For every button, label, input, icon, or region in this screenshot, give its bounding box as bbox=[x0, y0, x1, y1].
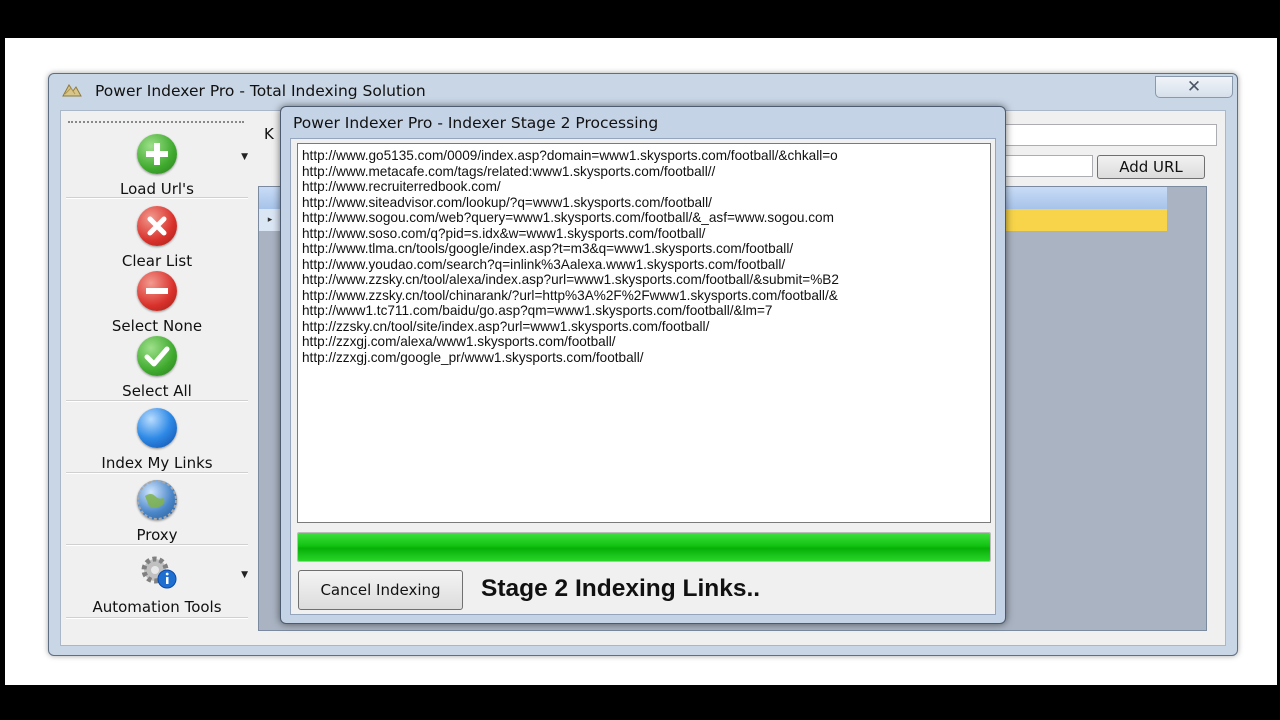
blue-orb-icon bbox=[137, 408, 177, 448]
log-line: http://zzxgj.com/google_pr/www1.skysport… bbox=[302, 349, 644, 365]
chevron-down-icon[interactable]: ▼ bbox=[241, 152, 248, 162]
log-line: http://www.tlma.cn/tools/google/index.as… bbox=[302, 241, 794, 256]
cancel-indexing-button[interactable]: Cancel Indexing bbox=[298, 570, 463, 610]
row-selector-icon[interactable]: ▸ bbox=[259, 209, 282, 231]
select-none-button[interactable]: Select None bbox=[66, 271, 248, 335]
sidebar-grip bbox=[68, 121, 244, 123]
automation-tools-label: Automation Tools bbox=[92, 598, 222, 616]
log-line: http://www.youdao.com/search?q=inlink%3A… bbox=[302, 256, 786, 272]
main-window-title: Power Indexer Pro - Total Indexing Solut… bbox=[95, 82, 426, 100]
log-line: http://www.siteadvisor.com/lookup/?q=www… bbox=[302, 194, 712, 210]
log-line: http://zzsky.cn/tool/site/index.asp?url=… bbox=[302, 318, 710, 334]
status-text: Stage 2 Indexing Links.. bbox=[481, 575, 761, 602]
globe-icon bbox=[137, 480, 177, 520]
proxy-button[interactable]: Proxy bbox=[66, 480, 248, 544]
chevron-down-icon[interactable]: ▼ bbox=[241, 570, 248, 580]
minus-icon bbox=[137, 271, 177, 311]
progress-fill bbox=[298, 533, 990, 561]
progress-bar bbox=[297, 532, 991, 562]
url-input[interactable] bbox=[1001, 155, 1093, 177]
log-line: http://zzxgj.com/alexa/www1.skysports.co… bbox=[302, 334, 616, 349]
check-icon bbox=[137, 336, 177, 376]
index-my-links-button[interactable]: Index My Links bbox=[66, 408, 248, 472]
selected-cell[interactable] bbox=[1004, 209, 1167, 231]
sidebar-divider bbox=[66, 617, 248, 619]
log-line: http://www.sogou.com/web?query=www1.skys… bbox=[302, 210, 834, 225]
sidebar-divider bbox=[66, 544, 248, 546]
indexer-dialog: Power Indexer Pro - Indexer Stage 2 Proc… bbox=[280, 106, 1006, 624]
add-url-button[interactable]: Add URL bbox=[1097, 155, 1205, 179]
sidebar-divider bbox=[66, 400, 248, 402]
gear-info-icon bbox=[137, 552, 177, 592]
close-button[interactable]: ✕ bbox=[1155, 76, 1233, 98]
automation-tools-button[interactable]: Automation Tools ▼ bbox=[66, 552, 248, 616]
load-urls-label: Load Url's bbox=[119, 180, 194, 198]
app-logo-icon bbox=[62, 84, 82, 97]
add-icon bbox=[137, 134, 177, 174]
dialog-client-area: http://www.go5135.com/0009/index.asp?dom… bbox=[290, 138, 996, 615]
dialog-title: Power Indexer Pro - Indexer Stage 2 Proc… bbox=[293, 114, 659, 132]
proxy-label: Proxy bbox=[136, 526, 178, 544]
log-line: http://www1.tc711.com/baidu/go.asp?qm=ww… bbox=[302, 303, 773, 318]
log-line: http://www.zzsky.cn/tool/chinarank/?url=… bbox=[302, 287, 838, 303]
log-line: http://www.soso.com/q?pid=s.idx&w=www1.s… bbox=[302, 225, 706, 241]
select-none-label: Select None bbox=[111, 317, 203, 335]
close-icon bbox=[137, 206, 177, 246]
clear-list-button[interactable]: Clear List bbox=[66, 206, 248, 270]
log-textbox[interactable]: http://www.go5135.com/0009/index.asp?dom… bbox=[297, 143, 991, 523]
sidebar-divider bbox=[66, 472, 248, 474]
sidebar: Load Url's ▼ Clear List Select None Sele… bbox=[62, 111, 252, 645]
load-urls-button[interactable]: Load Url's ▼ bbox=[66, 134, 248, 198]
clear-list-label: Clear List bbox=[121, 252, 193, 270]
log-lines: http://www.go5135.com/0009/index.asp?dom… bbox=[298, 148, 839, 365]
select-all-label: Select All bbox=[122, 382, 192, 400]
log-line: http://www.metacafe.com/tags/related:www… bbox=[302, 163, 716, 179]
keyword-input[interactable] bbox=[1001, 124, 1217, 146]
select-all-button[interactable]: Select All bbox=[66, 336, 248, 400]
log-line: http://www.recruiterredbook.com/ bbox=[302, 179, 501, 194]
index-my-links-label: Index My Links bbox=[101, 454, 213, 472]
sidebar-divider bbox=[66, 197, 248, 199]
log-line: http://www.go5135.com/0009/index.asp?dom… bbox=[302, 148, 838, 163]
keyword-label: K bbox=[264, 125, 274, 143]
log-line: http://www.zzsky.cn/tool/alexa/index.asp… bbox=[302, 272, 839, 287]
